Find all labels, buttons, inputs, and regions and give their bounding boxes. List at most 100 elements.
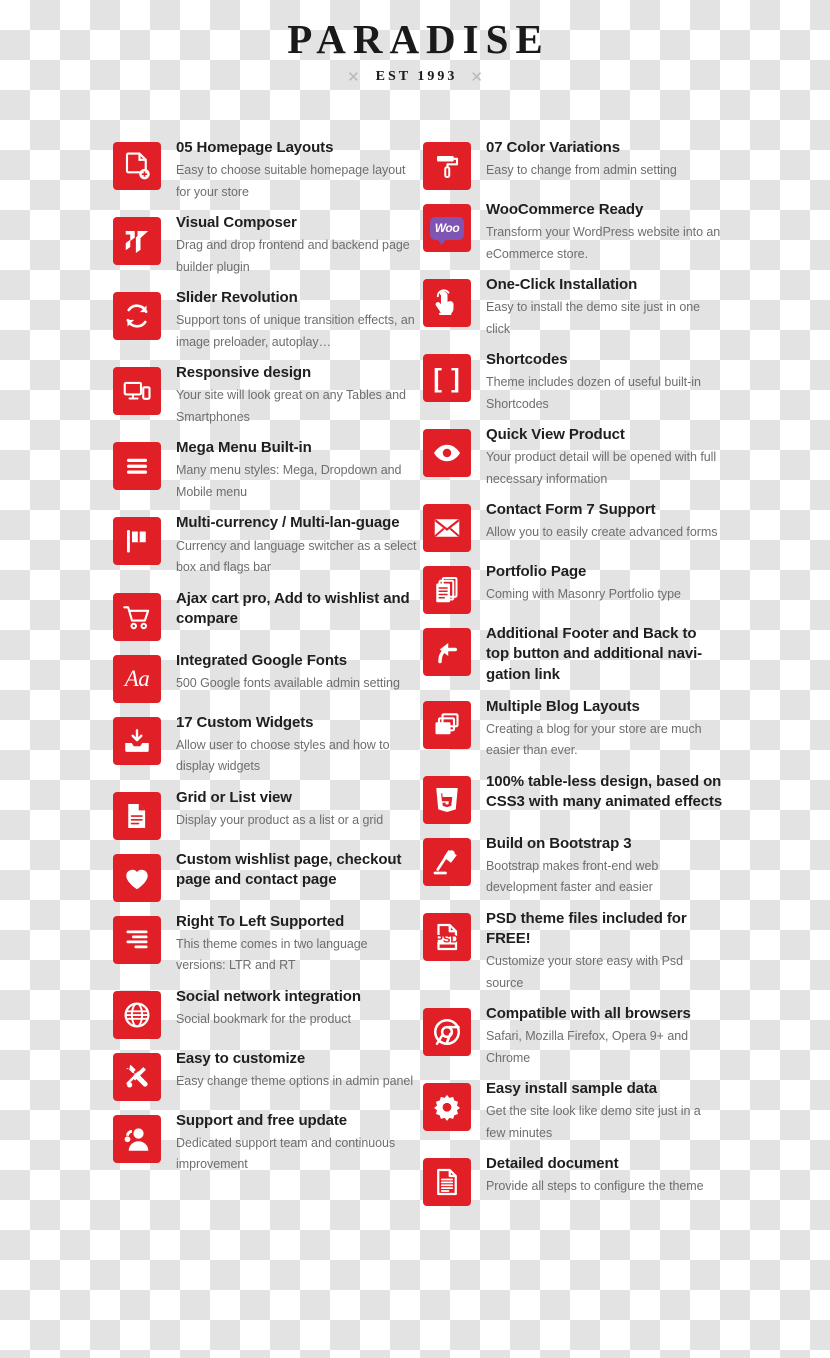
feature-description: Dedicated support team and continuous im…: [176, 1135, 396, 1172]
shopping-cart-icon: [113, 592, 161, 641]
feature-text: Right To Left Supported This theme comes …: [161, 902, 418, 977]
feature-title: Easy install sample data: [486, 1080, 658, 1098]
feature-text: Slider Revolution Support tons of unique …: [161, 278, 418, 353]
feature-item[interactable]: One-Click Installation Easy to install th…: [423, 265, 723, 340]
feature-item[interactable]: Easy to customize Easy change theme optio…: [113, 1039, 418, 1101]
eye-icon: [423, 429, 471, 478]
feature-grid: 05 Homepage Layouts Easy to choose suitab…: [0, 128, 830, 1207]
feature-text: Social network integration Social bookmar…: [161, 977, 361, 1031]
feature-description: Theme includes dozen of useful built-in …: [486, 375, 701, 411]
feature-item[interactable]: 17 Custom Widgets Allow user to choose st…: [113, 703, 418, 778]
feature-text: Integrated Google Fonts 500 Google fonts …: [161, 641, 400, 695]
feature-text: Custom wishlist page, checkout page and …: [161, 840, 418, 892]
feature-item[interactable]: Responsive design Your site will look gre…: [113, 353, 418, 428]
feature-text: Detailed document Provide all steps to co…: [471, 1144, 704, 1198]
feature-description: Allow user to choose styles and how to d…: [176, 737, 390, 774]
psd-file-icon: PSD: [423, 912, 471, 961]
feature-title: 100% table-less design, based on CSS3 wi…: [486, 772, 723, 810]
feature-title: Quick View Product: [486, 426, 625, 444]
feature-description: Social bookmark for the product: [176, 1011, 351, 1026]
feature-item[interactable]: PSD PSD theme files included for FREE! Cus…: [423, 899, 723, 994]
click-hand-icon: [423, 279, 471, 328]
woo-bubble-shape: Woo: [430, 216, 464, 245]
feature-item[interactable]: Portfolio Page Coming with Masonry Portfo…: [423, 552, 723, 615]
feature-title: Responsive design: [176, 364, 312, 382]
feature-item[interactable]: [ ] Shortcodes Theme includes dozen of use…: [423, 340, 723, 415]
feature-description: Allow you to easily create advanced form…: [486, 525, 718, 540]
feature-description: Currency and language switcher as a sele…: [176, 538, 417, 575]
feature-item[interactable]: Detailed document Provide all steps to co…: [423, 1144, 723, 1207]
feature-description: Creating a blog for your store are much …: [486, 721, 702, 758]
feature-description: Support tons of unique transition effect…: [176, 313, 415, 349]
feature-text: WooCommerce Ready Transform your WordPres…: [471, 190, 723, 265]
visual-composer-icon: [113, 217, 161, 266]
feature-text: 17 Custom Widgets Allow user to choose st…: [161, 703, 418, 778]
feature-item[interactable]: Easy install sample data Get the site loo…: [423, 1069, 723, 1144]
feature-description: Your site will look great on any Tables …: [176, 388, 406, 424]
established-year: EST 1993: [375, 69, 458, 85]
feature-title: Portfolio Page: [486, 563, 587, 581]
feature-item[interactable]: 05 Homepage Layouts Easy to choose suitab…: [113, 128, 418, 203]
feature-item[interactable]: Mega Menu Built-in Many menu styles: Mega…: [113, 428, 418, 503]
feature-title: Grid or List view: [176, 788, 292, 806]
chrome-browser-icon: [423, 1008, 471, 1057]
brand-header: PARADISE ✕ EST 1993 ✕: [0, 0, 830, 85]
feature-text: 05 Homepage Layouts Easy to choose suitab…: [161, 128, 418, 203]
feature-title: Build on Bootstrap 3: [486, 834, 632, 852]
feature-text: Multiple Blog Layouts Creating a blog for…: [471, 687, 723, 762]
feature-text: PSD theme files included for FREE! Custom…: [471, 899, 723, 994]
feature-item[interactable]: Ajax cart pro, Add to wishlist and compa…: [113, 579, 418, 641]
feature-item[interactable]: Social network integration Social bookmar…: [113, 977, 418, 1039]
feature-text: Compatible with all browsers Safari, Mozi…: [471, 994, 723, 1069]
feature-item[interactable]: Slider Revolution Support tons of unique …: [113, 278, 418, 353]
feature-title: One-Click Installation: [486, 276, 638, 294]
feature-description: Get the site look like demo site just in…: [486, 1104, 701, 1140]
feature-item[interactable]: 07 Color Variations Easy to change from a…: [423, 128, 723, 190]
envelope-icon: [423, 504, 471, 553]
feature-title: Contact Form 7 Support: [486, 501, 656, 519]
svg-text:PSD: PSD: [435, 933, 458, 945]
feature-item[interactable]: Quick View Product Your product detail wi…: [423, 415, 723, 490]
feature-item[interactable]: Multiple Blog Layouts Creating a blog for…: [423, 687, 723, 762]
feature-item[interactable]: Support and free update Dedicated support…: [113, 1101, 418, 1176]
brand-subtitle: ✕ EST 1993 ✕: [0, 69, 830, 85]
feature-item[interactable]: Compatible with all browsers Safari, Mozi…: [423, 994, 723, 1069]
tools-wrench-screwdriver-icon: [113, 1052, 161, 1101]
feature-text: Visual Composer Drag and drop frontend an…: [161, 203, 418, 278]
feature-text: 100% table-less design, based on CSS3 wi…: [471, 762, 723, 814]
feature-item[interactable]: Aa Integrated Google Fonts 500 Google font…: [113, 641, 418, 703]
feature-title: Ajax cart pro, Add to wishlist and compa…: [176, 589, 410, 627]
feature-title: Multiple Blog Layouts: [486, 697, 640, 715]
feature-title: Shortcodes: [486, 351, 568, 369]
feature-item[interactable]: 100% table-less design, based on CSS3 wi…: [423, 762, 723, 824]
support-headset-icon: [113, 1114, 161, 1163]
feature-title: Slider Revolution: [176, 289, 298, 307]
feature-text: Multi-currency / Multi-lan-guage Currency…: [161, 503, 418, 578]
document-lines-icon: [113, 791, 161, 840]
feature-description: Provide all steps to configure the theme: [486, 1179, 704, 1194]
feature-item[interactable]: Woo WooCommerce Ready Transform your WordP…: [423, 190, 723, 265]
feature-description: Easy to choose suitable homepage layout …: [176, 163, 406, 199]
feature-item[interactable]: Visual Composer Drag and drop frontend an…: [113, 203, 418, 278]
feature-description: Easy to install the demo site just in on…: [486, 300, 701, 336]
feature-text: Grid or List view Display your product as…: [161, 778, 383, 832]
feature-item[interactable]: Right To Left Supported This theme comes …: [113, 902, 418, 977]
paint-roller-icon: [423, 142, 471, 190]
feature-item[interactable]: Contact Form 7 Support Allow you to easil…: [423, 490, 723, 553]
feature-item[interactable]: Additional Footer and Back to top button…: [423, 614, 723, 686]
gear-icon: [423, 1083, 471, 1132]
feature-item[interactable]: Build on Bootstrap 3 Bootstrap makes fron…: [423, 824, 723, 899]
feature-description: Bootstrap makes front-end web developmen…: [486, 858, 659, 895]
feature-title: Integrated Google Fonts: [176, 651, 348, 669]
portfolio-stack-icon: [423, 566, 471, 615]
feature-text: 07 Color Variations Easy to change from a…: [471, 128, 677, 182]
feature-item[interactable]: Grid or List view Display your product as…: [113, 778, 418, 840]
feature-title: PSD theme files included for FREE!: [486, 909, 687, 947]
feature-item[interactable]: Multi-currency / Multi-lan-guage Currency…: [113, 503, 418, 578]
feature-text: Build on Bootstrap 3 Bootstrap makes fron…: [471, 824, 723, 899]
feature-item[interactable]: Custom wishlist page, checkout page and …: [113, 840, 418, 902]
refresh-cycle-icon: [113, 292, 161, 341]
css3-icon: [423, 775, 471, 824]
detailed-document-icon: [423, 1158, 471, 1207]
feature-title: Custom wishlist page, checkout page and …: [176, 850, 402, 888]
